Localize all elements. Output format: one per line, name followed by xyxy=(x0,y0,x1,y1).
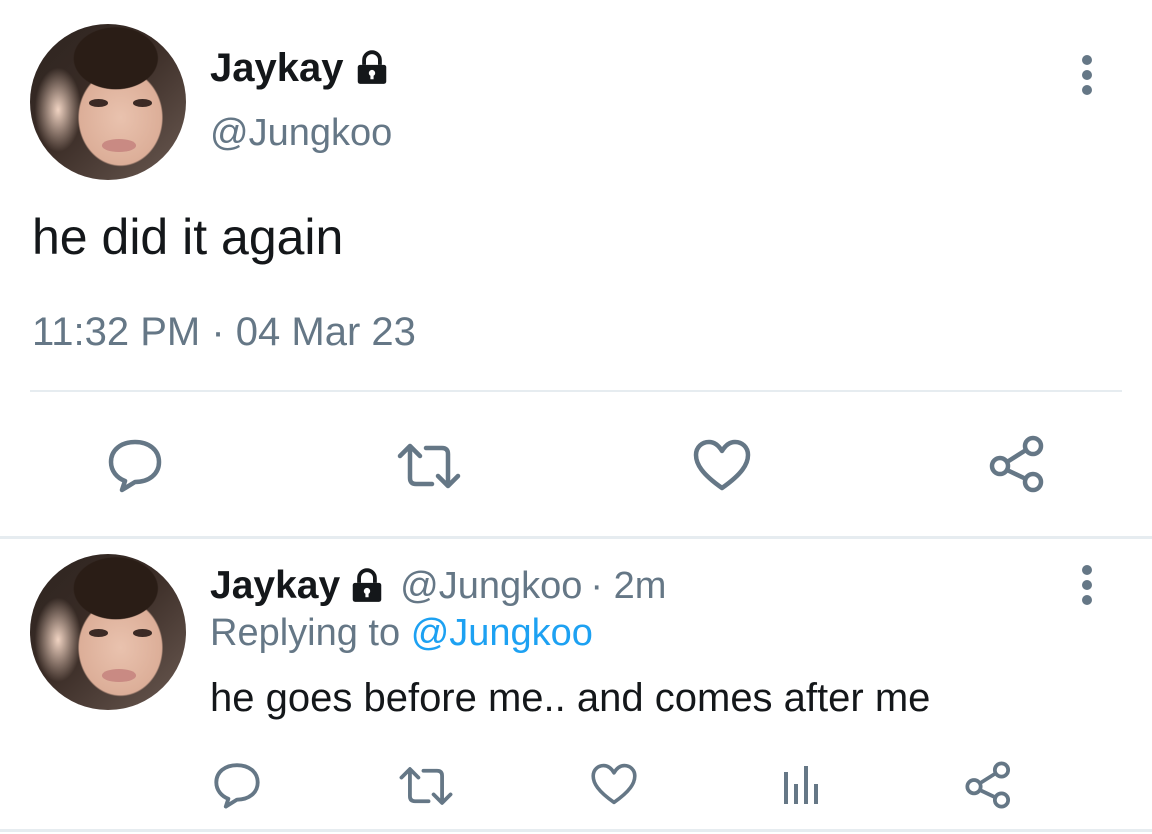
main-display-name[interactable]: Jaykay xyxy=(210,46,343,91)
replying-to: Replying to @Jungkoo xyxy=(210,612,593,655)
reply-tweet-text: he goes before me.. and comes after me xyxy=(210,676,931,720)
main-name-row: Jaykay xyxy=(210,44,391,92)
retweet-icon[interactable] xyxy=(396,440,462,492)
reply-icon[interactable] xyxy=(106,436,164,494)
share-icon[interactable] xyxy=(988,434,1048,494)
analytics-icon[interactable] xyxy=(782,762,822,806)
divider xyxy=(30,390,1122,392)
reply-time[interactable]: · 2m xyxy=(590,565,666,608)
main-timestamp[interactable]: 11:32 PM · 04 Mar 23 xyxy=(32,310,416,355)
share-icon[interactable] xyxy=(964,760,1014,810)
bottom-divider xyxy=(0,829,1152,832)
section-divider xyxy=(0,536,1152,539)
replying-to-handle[interactable]: @Jungkoo xyxy=(411,612,593,654)
lock-icon xyxy=(353,49,391,87)
heart-icon[interactable] xyxy=(590,762,638,806)
retweet-icon[interactable] xyxy=(398,764,454,808)
reply-handle[interactable]: @Jungkoo xyxy=(400,565,582,608)
more-vertical-icon[interactable] xyxy=(1072,564,1102,606)
reply-avatar[interactable] xyxy=(30,554,186,710)
main-handle[interactable]: @Jungkoo xyxy=(210,112,392,155)
reply-header-row: Jaykay @Jungkoo · 2m xyxy=(210,562,666,610)
replying-to-label: Replying to xyxy=(210,612,401,654)
main-avatar[interactable] xyxy=(30,24,186,180)
reply-display-name[interactable]: Jaykay xyxy=(210,564,340,608)
more-vertical-icon[interactable] xyxy=(1072,54,1102,96)
heart-icon[interactable] xyxy=(692,438,752,492)
main-tweet-text: he did it again xyxy=(32,209,344,265)
reply-icon[interactable] xyxy=(212,760,262,810)
lock-icon xyxy=(348,567,386,605)
